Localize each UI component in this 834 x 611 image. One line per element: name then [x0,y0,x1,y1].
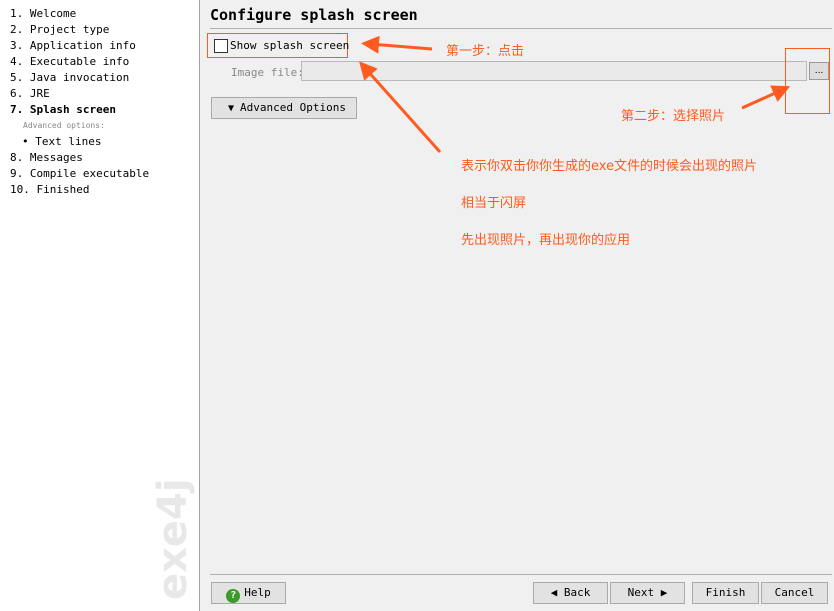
annotation-step2: 第二步：选择照片 [621,109,726,124]
next-label: Next [627,586,655,599]
next-button[interactable]: Next ▶ [610,582,685,604]
divider [210,28,832,29]
advanced-options-button[interactable]: ▼ Advanced Options [211,97,357,119]
step-compile-executable[interactable]: 9. Compile executable [10,167,149,180]
triangle-right-icon: ▶ [654,586,668,599]
step-jre[interactable]: 6. JRE [10,87,50,100]
back-button[interactable]: ◀ Back [533,582,608,604]
annotation-step1: 第一步：点击 [446,44,525,59]
arrow-to-browse [741,85,791,110]
triangle-down-icon: ▼ [228,103,235,114]
advanced-options-label: Advanced Options [240,101,346,114]
image-file-label: Image file: [231,66,304,79]
step-project-type[interactable]: 2. Project type [10,23,109,36]
step-application-info[interactable]: 3. Application info [10,39,136,52]
step-messages[interactable]: 8. Messages [10,151,83,164]
annotation-note3: 先出现照片，再出现你的应用 [461,233,631,248]
cancel-button[interactable]: Cancel [761,582,828,604]
step-splash-screen[interactable]: 7. Splash screen [10,103,116,116]
page-title: Configure splash screen [210,6,418,24]
arrow-to-checkbox [361,35,433,54]
wizard-steps-sidebar: 1. Welcome 2. Project type 3. Applicatio… [0,0,200,611]
advanced-options-heading: Advanced options: [23,121,105,130]
annotation-highlight-box [785,48,830,114]
step-text-lines[interactable]: • Text lines [22,135,101,148]
help-label: Help [244,586,271,599]
divider [210,574,832,575]
step-java-invocation[interactable]: 5. Java invocation [10,71,129,84]
help-icon: ? [226,589,241,603]
exe4j-logo: exe4j [150,478,196,600]
step-finished[interactable]: 10. Finished [10,183,89,196]
triangle-left-icon: ◀ [550,586,564,599]
image-file-input[interactable] [301,61,807,81]
show-splash-label[interactable]: Show splash screen [230,39,349,52]
step-executable-info[interactable]: 4. Executable info [10,55,129,68]
help-button[interactable]: ? Help [211,582,286,604]
step-welcome[interactable]: 1. Welcome [10,7,76,20]
annotation-note2: 相当于闪屏 [461,196,527,211]
show-splash-checkbox[interactable] [214,39,228,53]
annotation-note1: 表示你双击你你生成的exe文件的时候会出现的照片 [461,159,758,174]
back-label: Back [563,586,591,599]
finish-button[interactable]: Finish [692,582,759,604]
